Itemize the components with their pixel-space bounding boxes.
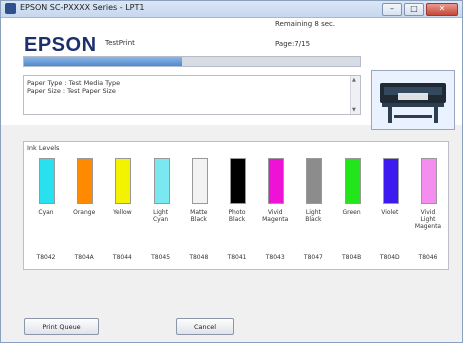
ink-code-label: T8045 bbox=[151, 254, 171, 261]
ink-cartridge: Green T804B bbox=[333, 158, 371, 268]
ink-level-bar bbox=[191, 158, 208, 204]
ink-level-bar bbox=[153, 158, 170, 204]
ink-color-label: Vivid Light Magenta bbox=[414, 209, 442, 230]
ink-color-label: Violet bbox=[381, 209, 399, 216]
paper-size-text: Paper Size : Test Paper Size bbox=[27, 87, 116, 95]
ink-code-label: T804A bbox=[74, 254, 94, 261]
ink-color-label: Light Black bbox=[305, 209, 322, 223]
printer-image bbox=[371, 70, 455, 130]
ink-level-bar bbox=[77, 158, 94, 204]
ink-code-label: T804D bbox=[379, 254, 400, 261]
ink-color-label: Orange bbox=[73, 209, 96, 216]
job-name: TestPrint bbox=[105, 39, 135, 47]
cancel-button[interactable]: Cancel bbox=[176, 318, 234, 335]
ink-level-bar bbox=[344, 158, 361, 204]
printer-icon bbox=[5, 3, 16, 14]
ink-color-label: Yellow bbox=[113, 209, 132, 216]
ink-color-label: Green bbox=[342, 209, 361, 216]
ink-level-bar bbox=[230, 158, 246, 204]
page-counter: Page:7/15 bbox=[275, 40, 311, 48]
ink-cartridge: Vivid Light Magenta T8046 bbox=[409, 158, 447, 268]
ink-code-label: T804B bbox=[341, 254, 362, 261]
print-progress-bar bbox=[23, 56, 361, 67]
ink-cartridge: Matte Black T8048 bbox=[180, 158, 218, 268]
info-scrollbar[interactable]: ▲ ▼ bbox=[350, 76, 360, 114]
ink-code-label: T8044 bbox=[112, 254, 132, 261]
ink-cartridge: Violet T804D bbox=[371, 158, 409, 268]
ink-color-label: Photo Black bbox=[228, 209, 246, 223]
ink-cartridge: Orange T804A bbox=[65, 158, 103, 268]
status-header: EPSON TestPrint Remaining 8 sec. Page:7/… bbox=[1, 18, 462, 130]
progress-fill bbox=[24, 57, 182, 66]
remaining-time: Remaining 8 sec. bbox=[275, 20, 336, 28]
ink-code-label: T8046 bbox=[418, 254, 438, 261]
printer-status-window: EPSON SC-PXXXX Series - LPT1 – □ ✕ EPSON… bbox=[0, 0, 463, 343]
print-queue-button[interactable]: Print Queue bbox=[24, 318, 99, 335]
ink-code-label: T8048 bbox=[189, 254, 209, 261]
ink-cartridge: Photo Black T8041 bbox=[218, 158, 256, 268]
ink-cartridge: Light Black T8047 bbox=[294, 158, 332, 268]
ink-code-label: T8042 bbox=[36, 254, 56, 261]
ink-levels-panel: Ink Levels Cyan T8042 Orange T804A Yellow T80… bbox=[23, 141, 449, 270]
ink-color-label: Matte Black bbox=[190, 209, 208, 223]
ink-level-bar bbox=[306, 158, 323, 204]
window-title: EPSON SC-PXXXX Series - LPT1 bbox=[20, 3, 145, 12]
caption-buttons: – □ ✕ bbox=[382, 3, 458, 16]
ink-cartridge: Cyan T8042 bbox=[27, 158, 65, 268]
ink-color-label: Cyan bbox=[38, 209, 54, 216]
ink-level-bar bbox=[39, 158, 55, 204]
ink-cartridge: Light Cyan T8045 bbox=[142, 158, 180, 268]
ink-code-label: T8047 bbox=[303, 254, 323, 261]
ink-levels-label: Ink Levels bbox=[27, 144, 60, 152]
ink-code-label: T8043 bbox=[265, 254, 285, 261]
ink-code-label: T8041 bbox=[227, 254, 247, 261]
ink-cartridge: Yellow T8044 bbox=[103, 158, 141, 268]
maximize-button[interactable]: □ bbox=[404, 3, 424, 16]
ink-level-bar bbox=[268, 158, 285, 204]
close-button[interactable]: ✕ bbox=[426, 3, 458, 16]
title-bar[interactable]: EPSON SC-PXXXX Series - LPT1 – □ ✕ bbox=[1, 1, 462, 18]
ink-cartridge: Vivid Magenta T8043 bbox=[256, 158, 294, 268]
ink-color-label: Vivid Magenta bbox=[262, 209, 289, 223]
ink-color-label: Light Cyan bbox=[152, 209, 169, 223]
minimize-button[interactable]: – bbox=[382, 3, 402, 16]
ink-level-bar bbox=[421, 158, 437, 204]
paper-type-text: Paper Type : Test Media Type bbox=[27, 79, 121, 87]
paper-info-box: Paper Type : Test Media Type Paper Size … bbox=[23, 75, 361, 115]
ink-level-bar bbox=[115, 158, 132, 204]
ink-level-bar bbox=[382, 158, 399, 204]
epson-logo: EPSON bbox=[24, 34, 97, 56]
